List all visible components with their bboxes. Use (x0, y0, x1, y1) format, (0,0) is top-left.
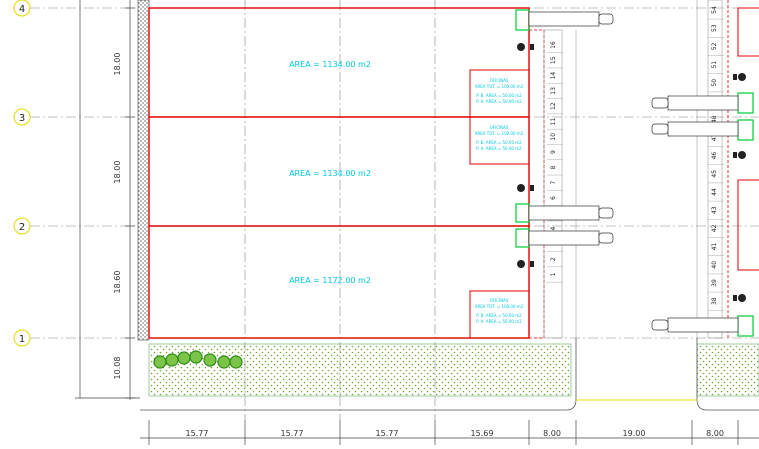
right-building-edge (737, 7, 759, 271)
dim-label: 8.00 (706, 429, 724, 438)
parking-stall-number: 39 (711, 279, 718, 287)
grid-bubble-label: 3 (19, 113, 25, 124)
office-label-2: OFICINAS AREA TOT. = 100.00 m2 P. B. ARE… (475, 125, 524, 151)
parking-stall-number: 9 (550, 150, 557, 154)
left-dimension-chain (75, 0, 140, 400)
parking-stall-number: 45 (711, 170, 718, 178)
parking-stall-number: 38 (711, 297, 718, 305)
site-plan-drawing: 18.00 18.00 18.60 10.08 4 3 2 1 AREA = 1… (13, 0, 759, 445)
svg-text:OFICINAS: OFICINAS (490, 298, 509, 303)
parking-stall-number: 52 (711, 42, 718, 50)
parking-stall-number: 42 (711, 224, 718, 232)
building-wall-hatch (137, 0, 150, 341)
parking-stall-number: 40 (711, 261, 718, 269)
parking-stall-number: 2 (550, 257, 557, 261)
svg-text:P. A. AREA = 50.00 m2: P. A. AREA = 50.00 m2 (476, 319, 522, 324)
parking-strip-right (696, 0, 729, 400)
parking-stall-number: 10 (550, 133, 557, 141)
svg-text:P. B. AREA = 50.00 m2: P. B. AREA = 50.00 m2 (476, 140, 522, 145)
parking-stall-number: 44 (711, 188, 718, 196)
parking-stall-number: 6 (550, 196, 557, 200)
parking-stall-number: 14 (550, 72, 557, 80)
parking-stall-number: 15 (550, 56, 557, 64)
parking-stall-number: 7 (550, 181, 557, 185)
parking-stall-number: 41 (711, 243, 718, 251)
green-strip-right (696, 343, 759, 397)
parking-stall-number: 54 (711, 6, 718, 14)
grid-bubble-label: 2 (19, 222, 25, 233)
office-label-3: OFICINAS AREA TOT. = 100.00 m2 P. B. ARE… (475, 298, 524, 324)
parking-stall-number: 51 (711, 61, 718, 69)
dim-label: 10.08 (113, 357, 122, 380)
grid-bubble-label: 1 (19, 334, 25, 345)
parking-numbers-right: 5453525150494847464544434241403938 (708, 6, 724, 311)
office-label-1: OFICINAS AREA TOT. = 100.00 m2 P. B. ARE… (475, 78, 524, 104)
svg-text:P. B. AREA = 50.00 m2: P. B. AREA = 50.00 m2 (476, 313, 522, 318)
trucks (528, 11, 739, 333)
area-label: AREA = 1172.00 m2 (289, 276, 371, 285)
dim-label: 15.77 (186, 429, 209, 438)
dim-label: 15.77 (376, 429, 399, 438)
parking-stall-number: 12 (550, 102, 557, 110)
dim-label: 18.00 (113, 53, 122, 76)
parking-stall-number: 53 (711, 24, 718, 32)
area-label: AREA = 1134.00 m2 (289, 169, 371, 178)
grid-bubbles (13, 0, 31, 347)
green-strip (148, 343, 572, 397)
dim-label: 15.69 (471, 429, 494, 438)
svg-text:AREA TOT. = 100.00 m2: AREA TOT. = 100.00 m2 (475, 84, 524, 89)
parking-stall-number: 46 (711, 152, 718, 160)
dim-label: 18.00 (113, 161, 122, 184)
parking-stall-number: 8 (550, 165, 557, 169)
parking-stall-number: 11 (550, 118, 557, 126)
dim-label: 15.77 (281, 429, 304, 438)
svg-text:P. A. AREA = 50.00 m2: P. A. AREA = 50.00 m2 (476, 146, 522, 151)
parking-stall-number: 50 (711, 79, 718, 87)
svg-text:OFICINAS: OFICINAS (490, 125, 509, 130)
area-label: AREA = 1134.00 m2 (289, 60, 371, 69)
parking-stall-number: 43 (711, 206, 718, 214)
svg-text:OFICINAS: OFICINAS (490, 78, 509, 83)
svg-text:AREA TOT. = 100.00 m2: AREA TOT. = 100.00 m2 (475, 131, 524, 136)
grid-bubble-label: 4 (19, 4, 25, 15)
svg-text:P. A. AREA = 50.00 m2: P. A. AREA = 50.00 m2 (476, 99, 522, 104)
bottom-dimension-chain (140, 420, 759, 445)
parking-stall-number: 4 (550, 227, 557, 231)
parking-stall-number: 1 (550, 272, 557, 276)
parking-stall-number: 16 (550, 41, 557, 49)
dim-label: 8.00 (543, 429, 561, 438)
parking-stall-number: 13 (550, 87, 557, 95)
dim-label: 19.00 (623, 429, 646, 438)
parking-numbers-left: 16151413121110987654321 (547, 41, 563, 283)
svg-text:P. B. AREA = 50.00 m2: P. B. AREA = 50.00 m2 (476, 93, 522, 98)
svg-text:AREA TOT. = 100.00 m2: AREA TOT. = 100.00 m2 (475, 304, 524, 309)
dim-label: 18.60 (113, 271, 122, 294)
